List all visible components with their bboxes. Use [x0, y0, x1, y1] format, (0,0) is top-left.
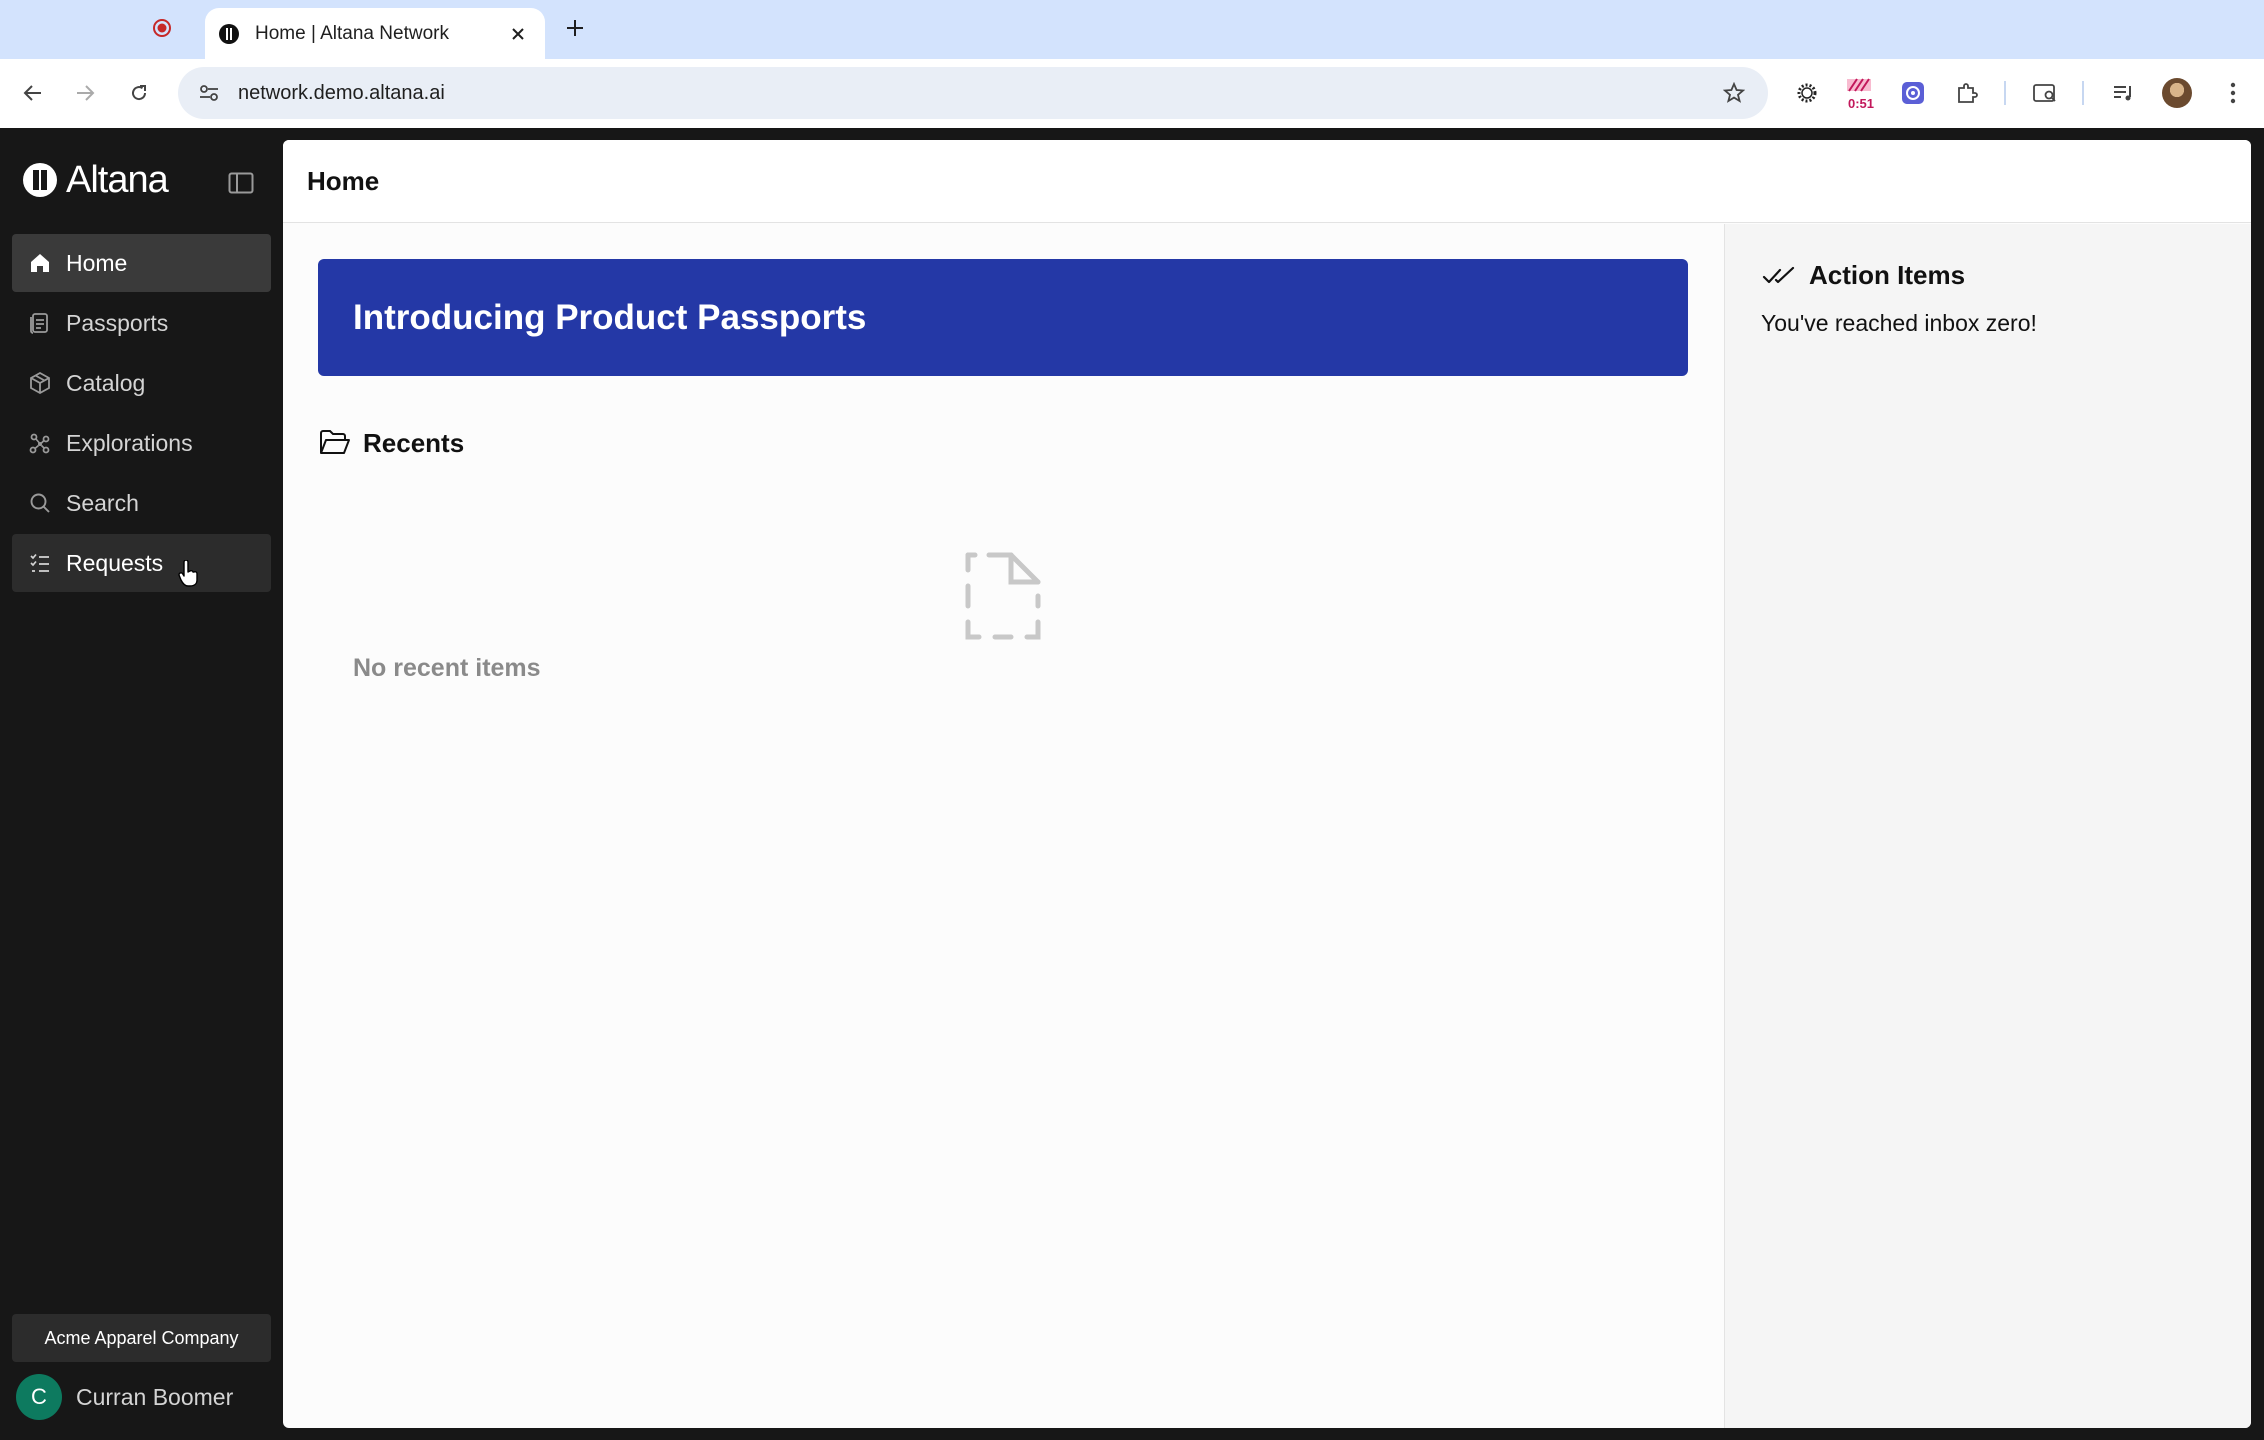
recents-heading: Recents: [319, 427, 464, 459]
media-control-icon[interactable]: [2106, 76, 2140, 110]
toolbar-divider: [2004, 81, 2006, 105]
checklist-icon: [26, 549, 54, 577]
hand-cursor-icon: [178, 560, 198, 587]
reload-icon[interactable]: [122, 76, 156, 110]
bookmark-star-icon[interactable]: [1720, 79, 1748, 107]
main-panel: Home Introducing Product Passports Recen…: [283, 140, 2251, 1428]
extension-badge-icon[interactable]: [1896, 76, 1930, 110]
forward-arrow-icon[interactable]: [68, 76, 102, 110]
sidebar-item-label: Search: [66, 489, 139, 516]
extension-timer-text: 0:51: [1847, 96, 1875, 111]
search-icon: [26, 489, 54, 517]
site-settings-icon[interactable]: [194, 78, 224, 108]
browser-tab-active[interactable]: Home | Altana Network: [205, 8, 545, 59]
organization-switcher[interactable]: Acme Apparel Company: [12, 1314, 271, 1362]
box-icon: [26, 369, 54, 397]
altana-logo-icon: [23, 163, 57, 197]
sidebar-item-passports[interactable]: Passports: [12, 294, 271, 352]
extension-sun-icon[interactable]: [1790, 76, 1824, 110]
avatar: C: [16, 1374, 62, 1420]
sidebar-item-requests[interactable]: Requests: [12, 534, 271, 592]
browser-toolbar: network.demo.altana.ai 0:51: [0, 59, 2264, 128]
browser-tabstrip: Home | Altana Network: [0, 0, 2264, 59]
folder-open-icon: [319, 427, 351, 459]
app-sidebar: Altana Home Passports Catalog Exploratio…: [0, 128, 283, 1440]
sidebar-toggle-icon[interactable]: [226, 168, 256, 198]
product-passports-banner[interactable]: Introducing Product Passports: [318, 259, 1688, 376]
sidebar-item-label: Passports: [66, 309, 169, 336]
home-icon: [26, 249, 54, 277]
page-title: Home: [307, 165, 380, 196]
user-name: Curran Boomer: [76, 1383, 234, 1410]
user-profile[interactable]: C Curran Boomer: [16, 1374, 233, 1420]
altana-logo[interactable]: Altana: [22, 158, 169, 201]
tab-close-icon[interactable]: [507, 23, 529, 45]
recording-indicator-icon[interactable]: [150, 16, 174, 40]
address-bar[interactable]: network.demo.altana.ai: [178, 67, 1768, 119]
tab-title: Home | Altana Network: [255, 22, 449, 44]
home-content: Introducing Product Passports Recents No…: [283, 224, 1724, 1428]
action-items-heading: Action Items: [1761, 260, 1965, 291]
altana-favicon-icon: [217, 22, 241, 46]
logo-wordmark: Altana: [66, 158, 169, 201]
empty-file-icon: [965, 552, 1041, 640]
sidebar-item-label: Home: [66, 249, 128, 276]
inbox-zero-message: You've reached inbox zero!: [1761, 310, 2037, 336]
profile-avatar-icon[interactable]: [2160, 76, 2194, 110]
action-items-panel: Action Items You've reached inbox zero!: [1724, 224, 2251, 1428]
sidebar-item-label: Requests: [66, 549, 164, 576]
recents-title: Recents: [363, 427, 465, 458]
extensions-puzzle-icon[interactable]: [1950, 76, 1984, 110]
sidebar-item-home[interactable]: Home: [12, 234, 271, 292]
graph-icon: [26, 429, 54, 457]
tab-search-icon[interactable]: [2028, 76, 2062, 110]
banner-title: Introducing Product Passports: [353, 297, 867, 337]
sidebar-item-explorations[interactable]: Explorations: [12, 414, 271, 472]
page-header: Home: [283, 140, 2251, 223]
back-arrow-icon[interactable]: [16, 76, 50, 110]
toolbar-divider: [2082, 81, 2084, 105]
passport-icon: [26, 309, 54, 337]
sidebar-item-catalog[interactable]: Catalog: [12, 354, 271, 412]
new-tab-plus-icon[interactable]: [562, 15, 588, 41]
browser-menu-icon[interactable]: [2216, 76, 2250, 110]
recents-empty-message: No recent items: [353, 654, 541, 682]
url-text: network.demo.altana.ai: [238, 81, 445, 104]
action-items-title: Action Items: [1809, 260, 1966, 290]
sidebar-item-label: Catalog: [66, 369, 146, 396]
sidebar-item-search[interactable]: Search: [12, 474, 271, 532]
sidebar-item-label: Explorations: [66, 429, 193, 456]
extension-timer-icon[interactable]: 0:51: [1842, 76, 1876, 111]
double-check-icon: [1761, 262, 1797, 290]
